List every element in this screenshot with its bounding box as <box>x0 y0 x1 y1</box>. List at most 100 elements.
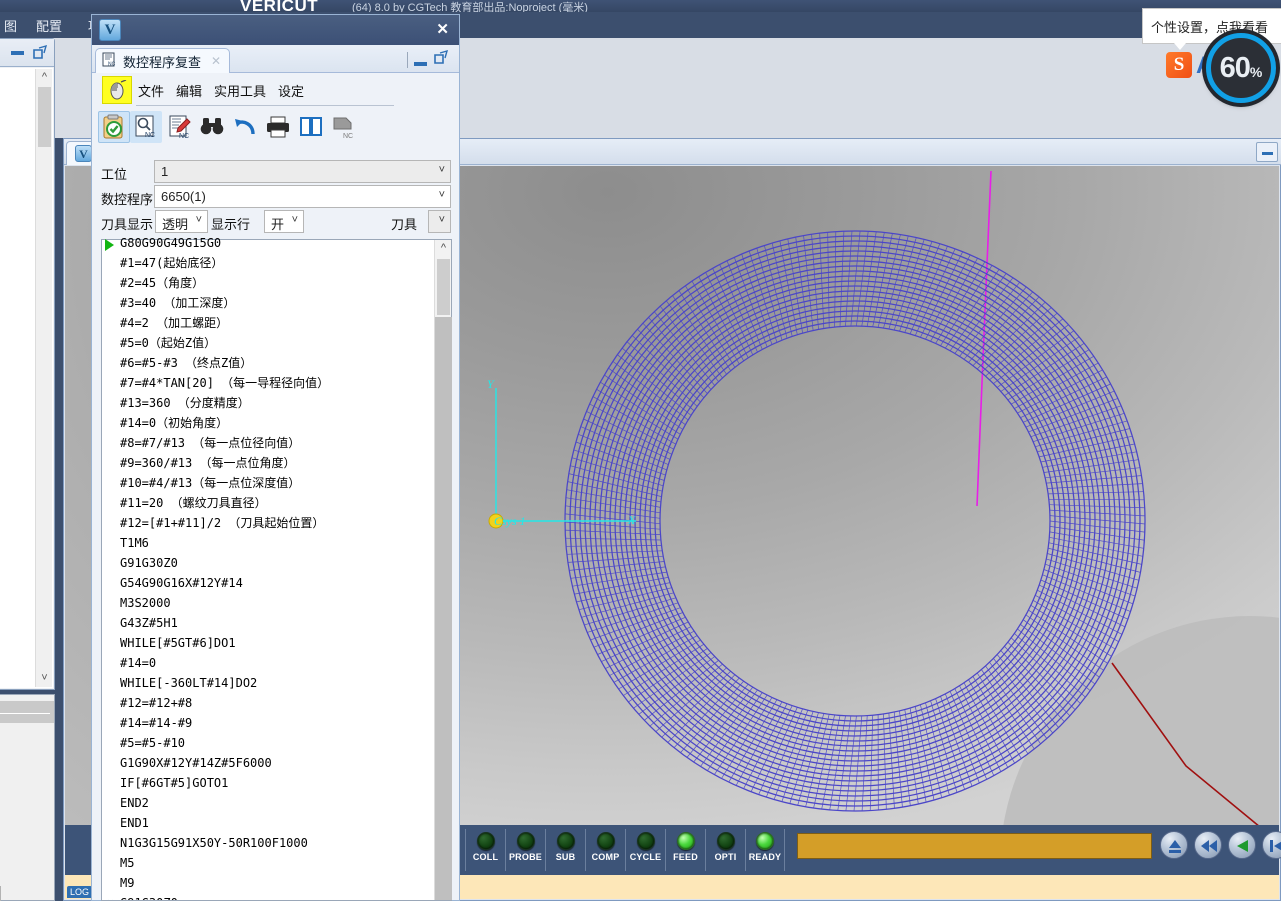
menu-file[interactable]: 文件 <box>138 81 164 100</box>
program-select[interactable]: 6650(1) ˅ <box>154 185 451 208</box>
nc-code-line-text: M5 <box>120 856 135 870</box>
rewind-button[interactable] <box>1194 831 1222 859</box>
mouse-icon[interactable] <box>102 76 132 104</box>
nc-code-line-text: #14=0 <box>120 656 157 670</box>
nc-code-line[interactable]: T1M6 <box>102 533 434 553</box>
nc-code-line-text: #2=45（角度） <box>120 276 205 290</box>
nc-code-line-text: G91G30Z0 <box>120 556 178 570</box>
review-nc-button[interactable]: NC <box>130 111 162 143</box>
nc-code-line[interactable]: N1G3G15G91X50Y-50R100F1000 <box>102 833 434 853</box>
nc-code-line[interactable]: G54G90G16X#12Y#14 <box>102 573 434 593</box>
program-value: 6650(1) <box>161 189 206 204</box>
nc-code-line[interactable]: IF[#6GT#5]GOTO1 <box>102 773 434 793</box>
sogou-logo-icon[interactable]: S <box>1166 52 1192 78</box>
nc-code-line[interactable]: G91G30Z0 <box>102 553 434 573</box>
nc-code-line[interactable]: #10=#4/#13（每一点位深度值） <box>102 473 434 493</box>
nc-code-line[interactable]: #9=360/#13 （每一点位角度） <box>102 453 434 473</box>
nc-code-line-text: #10=#4/#13（每一点位深度值） <box>120 476 301 490</box>
nc-code-line-text: G80G90G49G15G0 <box>120 236 222 250</box>
y-axis-label: Y <box>487 377 494 391</box>
nc-code-line[interactable]: #8=#7/#13 （每一点位径向值） <box>102 433 434 453</box>
tab-log-icon[interactable]: LOG <box>67 886 93 898</box>
program-label: 数控程序 <box>101 192 154 207</box>
nc-code-line[interactable]: #5=#5-#10 <box>102 733 434 753</box>
menu-utilities[interactable]: 实用工具 <box>214 81 266 100</box>
nc-code-lines[interactable]: G80G90G49G15G0 #1=47(起始底径） #2=45（角度） #3=40 … <box>102 232 434 900</box>
split-view-button[interactable] <box>295 111 327 143</box>
nc-code-line[interactable]: G43Z#5H1 <box>102 613 434 633</box>
nc-code-line-text: #12=[#1+#11]/2 （刀具起始位置） <box>120 516 325 530</box>
undo-button[interactable] <box>230 111 262 143</box>
nc-code-line[interactable]: END1 <box>102 813 434 833</box>
scroll-thumb[interactable] <box>38 87 51 147</box>
left-panel-body: ^ ˅ <box>0 68 53 688</box>
nc-code-scrollbar[interactable]: ^ <box>434 240 452 900</box>
nc-code-line[interactable]: WHILE[#5GT#6]DO1 <box>102 633 434 653</box>
nc-code-line[interactable]: #14=#14-#9 <box>102 713 434 733</box>
nc-code-line[interactable]: END2 <box>102 793 434 813</box>
show-line-select[interactable]: 开 ˅ <box>264 210 304 233</box>
find-button[interactable] <box>196 111 228 143</box>
left-panel-minimize-icon[interactable] <box>11 51 24 55</box>
scroll-up-icon[interactable]: ^ <box>36 69 53 86</box>
nc-code-line-text: #1=47(起始底径） <box>120 256 224 270</box>
restore-icon[interactable] <box>433 49 449 70</box>
nc-code-line[interactable]: #6=#5-#3 （终点Z值） <box>102 353 434 373</box>
toolpath-graphic <box>488 170 1279 825</box>
edit-nc-button[interactable]: NC <box>164 111 196 143</box>
nc-code-line[interactable]: G91G30Z0 <box>102 893 434 900</box>
left-lower-panel-combo[interactable]: ˅ <box>0 886 1 901</box>
nc-code-line[interactable]: #1=47(起始底径） <box>102 253 434 273</box>
nc-code-line[interactable]: WHILE[-360LT#14]DO2 <box>102 673 434 693</box>
viewport-3d[interactable]: Y X Csys 1 <box>460 166 1279 825</box>
scroll-track[interactable] <box>435 317 452 900</box>
scroll-thumb[interactable] <box>437 259 450 315</box>
nc-code-line[interactable]: #3=40 （加工深度） <box>102 293 434 313</box>
status-led-group: COLL PROBE SUB COMP CYCLE FEED OPTI READ… <box>465 829 785 871</box>
skip-to-start-button[interactable] <box>1262 831 1281 859</box>
nc-code-line[interactable]: #14=0（初始角度） <box>102 413 434 433</box>
menu-settings[interactable]: 设定 <box>278 81 304 100</box>
nc-code-line[interactable]: M5 <box>102 853 434 873</box>
nc-code-line[interactable]: #5=0（起始Z值） <box>102 333 434 353</box>
print-button[interactable] <box>262 111 294 143</box>
tab-close-icon[interactable]: ✕ <box>211 54 221 68</box>
led-indicator <box>756 832 774 850</box>
nc-code-line[interactable]: #13=360 （分度精度） <box>102 393 434 413</box>
step-back-button[interactable] <box>1228 831 1256 859</box>
station-select[interactable]: 1 ˅ <box>154 160 451 183</box>
scroll-up-icon[interactable]: ^ <box>435 240 452 257</box>
left-panel-restore-icon[interactable] <box>32 44 48 60</box>
nc-code-line[interactable]: #12=#12+#8 <box>102 693 434 713</box>
nc-code-line[interactable]: G1G90X#12Y#14Z#5F6000 <box>102 753 434 773</box>
scroll-down-icon[interactable]: ˅ <box>36 670 53 687</box>
app-menu-item-0[interactable]: 图 <box>4 16 17 35</box>
close-icon[interactable]: ✕ <box>436 20 449 38</box>
app-menu-item-1[interactable]: 配置 <box>36 16 62 35</box>
eject-button[interactable] <box>1160 831 1188 859</box>
chevron-down-icon: ˅ <box>291 214 298 226</box>
nc-code-line[interactable]: #11=20 （螺纹刀具直径） <box>102 493 434 513</box>
menu-edit[interactable]: 编辑 <box>176 81 202 100</box>
nc-code-listbox[interactable]: G80G90G49G15G0 #1=47(起始底径） #2=45（角度） #3=40 … <box>101 236 452 901</box>
tool-select[interactable]: ˅ <box>428 210 451 233</box>
validate-button[interactable] <box>98 111 130 143</box>
nc-code-line[interactable]: #4=2 （加工螺距） <box>102 313 434 333</box>
vericut-view-minimize-button[interactable] <box>1256 142 1278 162</box>
percent-value: 60 <box>1219 52 1251 84</box>
tab-nc-program-review[interactable]: NC 数控程序复查 ✕ <box>95 48 231 73</box>
nc-code-line[interactable]: #14=0 <box>102 653 434 673</box>
tool-label: 刀具 <box>391 217 418 232</box>
left-panel-scrollbar[interactable]: ^ ˅ <box>35 69 52 687</box>
nc-code-line[interactable]: #7=#4*TAN[20] （每一导程径向值） <box>102 373 434 393</box>
nc-code-line[interactable]: G80G90G49G15G0 <box>102 233 434 253</box>
tool-display-select[interactable]: 透明 ˅ <box>155 210 208 233</box>
nc-code-line[interactable]: M3S2000 <box>102 593 434 613</box>
export-nc-button[interactable]: NC <box>328 111 360 143</box>
nc-code-line[interactable]: #12=[#1+#11]/2 （刀具起始位置） <box>102 513 434 533</box>
nc-code-line[interactable]: #2=45（角度） <box>102 273 434 293</box>
minimize-icon[interactable] <box>414 62 427 66</box>
nc-code-line[interactable]: M9 <box>102 873 434 893</box>
svg-text:NC: NC <box>145 132 155 139</box>
show-line-label: 显示行 <box>211 217 251 232</box>
